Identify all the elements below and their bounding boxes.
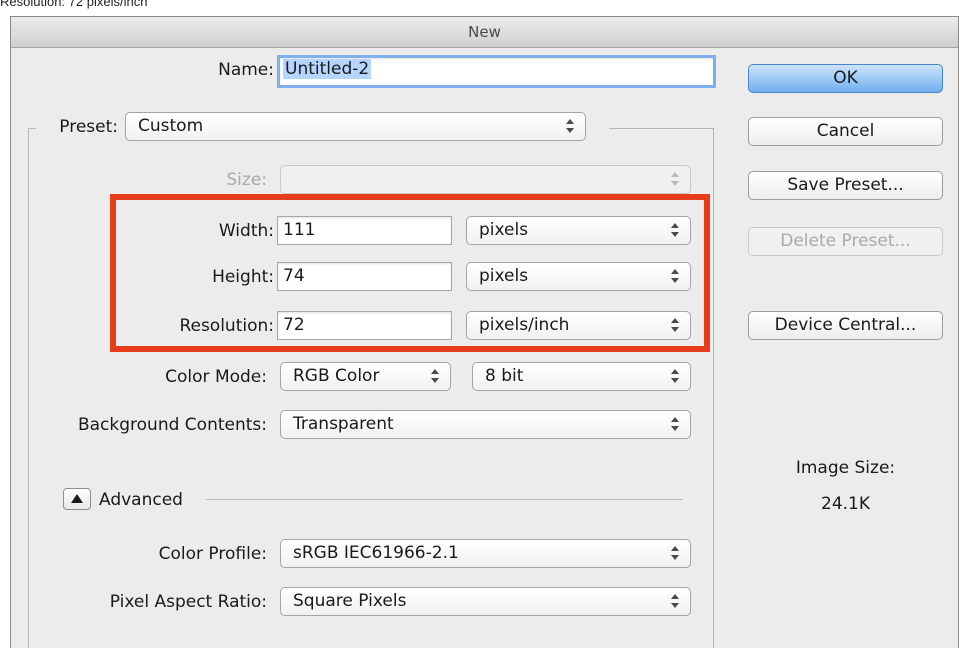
up-down-arrows-icon (671, 415, 680, 433)
up-down-arrows-icon (671, 170, 680, 188)
new-document-dialog: New Name: Untitled-2 Preset: Custom Size… (10, 16, 959, 648)
size-select (280, 165, 691, 194)
save-preset-button[interactable]: Save Preset... (748, 171, 943, 200)
up-down-arrows-icon (566, 117, 575, 135)
caption: Resolution: 72 pixels/inch (0, 0, 148, 9)
background-contents-label: Background Contents: (77, 415, 267, 435)
background-contents-select[interactable]: Transparent (280, 410, 691, 439)
up-down-arrows-icon (671, 592, 680, 610)
up-down-arrows-icon (671, 544, 680, 562)
bit-depth-value: 8 bit (485, 366, 524, 386)
color-mode-label: Color Mode: (165, 367, 267, 387)
color-mode-value: RGB Color (293, 366, 380, 386)
color-profile-select[interactable]: sRGB IEC61966-2.1 (280, 539, 691, 568)
device-central-button[interactable]: Device Central... (748, 311, 943, 340)
up-down-arrows-icon (671, 367, 680, 385)
size-label: Size: (226, 170, 267, 190)
color-profile-label: Color Profile: (158, 544, 267, 564)
advanced-label: Advanced (99, 490, 183, 510)
bit-depth-select[interactable]: 8 bit (472, 362, 691, 391)
pixel-aspect-ratio-select[interactable]: Square Pixels (280, 587, 691, 616)
color-mode-select[interactable]: RGB Color (280, 362, 451, 391)
triangle-up-icon (71, 494, 83, 503)
name-input-value: Untitled-2 (283, 59, 372, 79)
image-size-value: 24.1K (821, 494, 870, 514)
window-title: New (468, 23, 501, 41)
advanced-separator (206, 499, 683, 500)
pixel-aspect-ratio-value: Square Pixels (293, 591, 407, 611)
delete-preset-button: Delete Preset... (748, 227, 943, 256)
color-profile-value: sRGB IEC61966-2.1 (293, 543, 459, 563)
cancel-button[interactable]: Cancel (748, 117, 943, 146)
highlight-box (110, 194, 710, 352)
up-down-arrows-icon (431, 367, 440, 385)
preset-value: Custom (138, 116, 204, 136)
title-bar[interactable]: New (11, 17, 958, 48)
ok-button[interactable]: OK (748, 64, 943, 93)
pixel-aspect-ratio-label: Pixel Aspect Ratio: (109, 592, 267, 612)
name-label: Name: (218, 60, 274, 80)
preset-label: Preset: (59, 117, 118, 137)
background-contents-value: Transparent (293, 414, 394, 434)
image-size-label: Image Size: (795, 458, 896, 478)
name-input[interactable]: Untitled-2 (277, 55, 716, 88)
advanced-disclosure-button[interactable] (63, 488, 91, 510)
preset-select[interactable]: Custom (125, 112, 586, 141)
